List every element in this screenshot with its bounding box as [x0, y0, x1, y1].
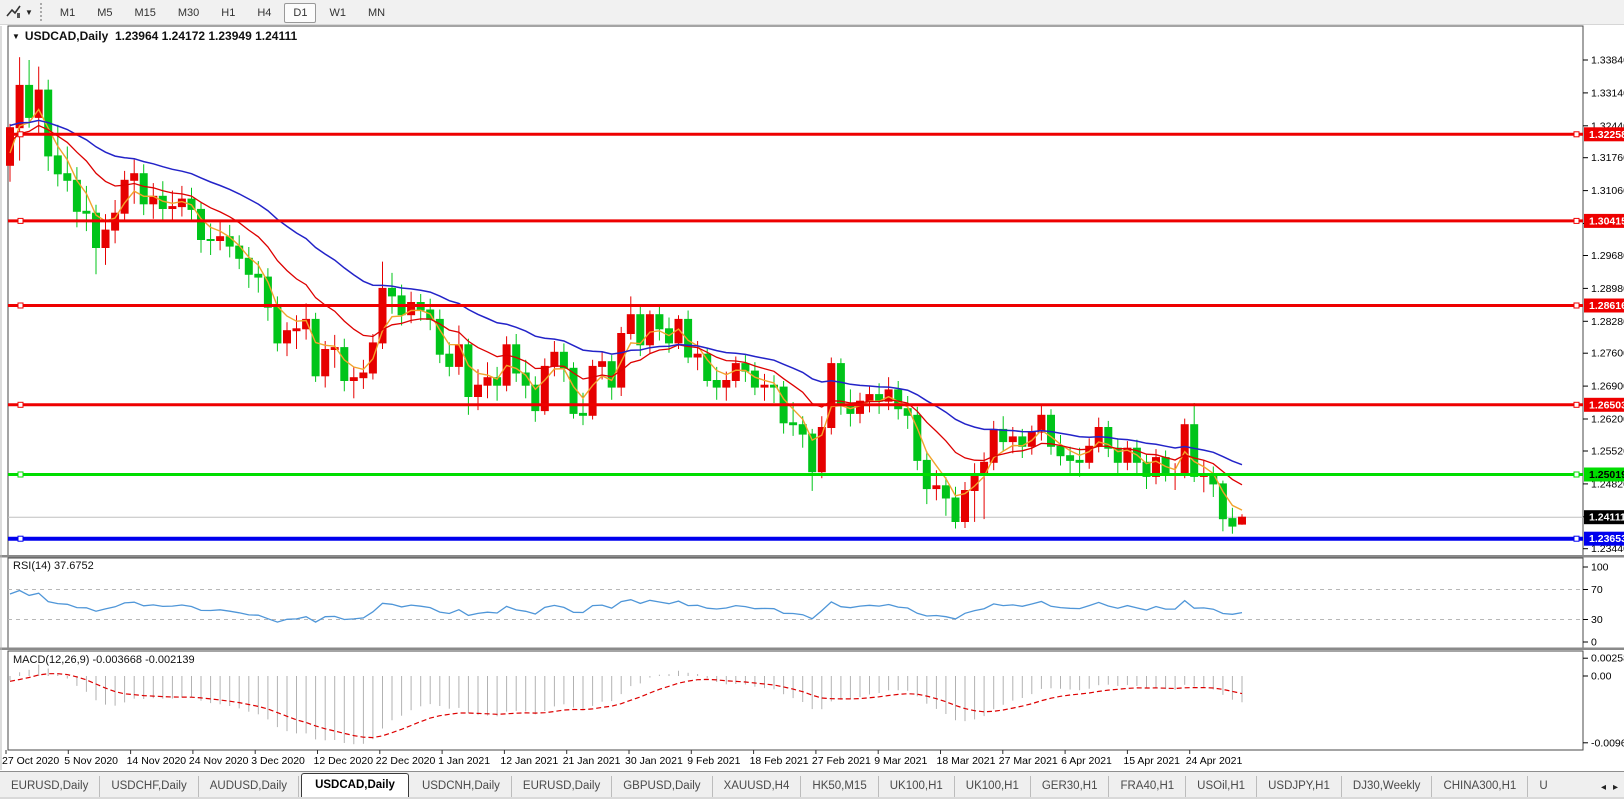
svg-text:12 Jan 2021: 12 Jan 2021 [500, 755, 558, 767]
svg-text:3 Dec 2020: 3 Dec 2020 [251, 755, 305, 767]
chart-cursor-icon[interactable] [5, 4, 23, 20]
tab-eurusd-daily[interactable]: EURUSD,Daily [512, 776, 612, 799]
svg-text:30 Jan 2021: 30 Jan 2021 [625, 755, 683, 767]
svg-text:18 Mar 2021: 18 Mar 2021 [937, 755, 996, 767]
svg-text:1.32258: 1.32258 [1589, 129, 1624, 141]
tab-china300-h1[interactable]: CHINA300,H1 [1432, 776, 1528, 799]
svg-text:1.24111: 1.24111 [1589, 512, 1624, 524]
svg-text:1.28980: 1.28980 [1591, 283, 1624, 295]
svg-text:5 Nov 2020: 5 Nov 2020 [64, 755, 118, 767]
svg-text:1 Jan 2021: 1 Jan 2021 [438, 755, 490, 767]
tab-usdjpy-h1[interactable]: USDJPY,H1 [1257, 776, 1342, 799]
svg-text:24 Apr 2021: 24 Apr 2021 [1186, 755, 1243, 767]
svg-text:1.31760: 1.31760 [1591, 152, 1624, 164]
svg-text:100: 100 [1591, 562, 1609, 574]
tab-hk50-m15[interactable]: HK50,M15 [801, 776, 878, 799]
svg-text:30: 30 [1591, 614, 1603, 626]
svg-text:9 Feb 2021: 9 Feb 2021 [687, 755, 740, 767]
svg-text:1.25520: 1.25520 [1591, 446, 1624, 458]
tab-audusd-daily[interactable]: AUDUSD,Daily [199, 776, 299, 799]
svg-text:1.26503: 1.26503 [1589, 399, 1624, 411]
svg-text:27 Mar 2021: 27 Mar 2021 [999, 755, 1058, 767]
top-toolbar: ▼ M1M5M15M30H1H4D1W1MN [0, 0, 1624, 25]
svg-text:0.00: 0.00 [1591, 671, 1612, 683]
tab-usdcad-daily[interactable]: USDCAD,Daily [301, 773, 409, 799]
timeframe-button-h1[interactable]: H1 [212, 3, 244, 23]
svg-text:18 Feb 2021: 18 Feb 2021 [750, 755, 809, 767]
pane-frames [0, 26, 1624, 770]
svg-text:27 Oct 2020: 27 Oct 2020 [2, 755, 59, 767]
tab-uk100-h1[interactable]: UK100,H1 [879, 776, 955, 799]
tab-uk100-h1[interactable]: UK100,H1 [955, 776, 1031, 799]
tab-gbpusd-daily[interactable]: GBPUSD,Daily [612, 776, 712, 799]
chevron-down-icon[interactable]: ▼ [25, 8, 33, 17]
tab-partial[interactable]: U [1528, 776, 1551, 799]
tab-eurusd-daily[interactable]: EURUSD,Daily [0, 776, 100, 799]
tab-xauusd-h4[interactable]: XAUUSD,H4 [713, 776, 802, 799]
svg-text:1.25019: 1.25019 [1589, 469, 1624, 481]
svg-text:0: 0 [1591, 637, 1597, 649]
svg-text:1.27600: 1.27600 [1591, 348, 1624, 360]
tab-scroll-right-icon[interactable]: ▸ [1613, 782, 1618, 793]
svg-text:1.28280: 1.28280 [1591, 316, 1624, 328]
svg-text:6 Apr 2021: 6 Apr 2021 [1061, 755, 1112, 767]
svg-text:21 Jan 2021: 21 Jan 2021 [563, 755, 621, 767]
timeframe-button-group: M1M5M15M30H1H4D1W1MN [49, 3, 396, 21]
svg-text:1.23653: 1.23653 [1589, 533, 1624, 545]
svg-text:1.28616: 1.28616 [1589, 300, 1624, 312]
timeframe-button-m15[interactable]: M15 [125, 3, 164, 23]
svg-text:70: 70 [1591, 584, 1603, 596]
svg-text:1.29680: 1.29680 [1591, 250, 1624, 262]
svg-text:0.00258: 0.00258 [1591, 653, 1624, 665]
svg-text:14 Nov 2020: 14 Nov 2020 [127, 755, 187, 767]
tab-fra40-h1[interactable]: FRA40,H1 [1109, 776, 1186, 799]
svg-text:1.31060: 1.31060 [1591, 185, 1624, 197]
tab-usdcnh-daily[interactable]: USDCNH,Daily [411, 776, 512, 799]
hline-1.23653[interactable] [8, 536, 1583, 541]
tab-usoil-h1[interactable]: USOil,H1 [1186, 776, 1257, 799]
tab-usdchf-daily[interactable]: USDCHF,Daily [100, 776, 198, 799]
timeframe-button-h4[interactable]: H4 [248, 3, 280, 23]
toolbar-grip[interactable] [40, 3, 42, 21]
chart-tab-bar: EURUSD,DailyUSDCHF,DailyAUDUSD,DailyUSDC… [0, 771, 1624, 799]
svg-text:22 Dec 2020: 22 Dec 2020 [376, 755, 436, 767]
date-axis: 27 Oct 2020 5 Nov 2020 14 Nov 2020 24 No… [2, 750, 1242, 767]
timeframe-button-m30[interactable]: M30 [169, 3, 208, 23]
timeframe-button-mn[interactable]: MN [359, 3, 394, 23]
svg-text:1.33140: 1.33140 [1591, 87, 1624, 99]
timeframe-button-m5[interactable]: M5 [88, 3, 121, 23]
tab-ger30-h1[interactable]: GER30,H1 [1031, 776, 1110, 799]
tab-dj30-weekly[interactable]: DJ30,Weekly [1342, 776, 1433, 799]
tab-scroll-left-icon[interactable]: ◂ [1601, 782, 1606, 793]
timeframe-button-w1[interactable]: W1 [320, 3, 355, 23]
svg-text:1.26200: 1.26200 [1591, 414, 1624, 426]
svg-text:27 Feb 2021: 27 Feb 2021 [812, 755, 871, 767]
timeframe-button-m1[interactable]: M1 [51, 3, 84, 23]
svg-text:9 Mar 2021: 9 Mar 2021 [874, 755, 927, 767]
svg-text:15 Apr 2021: 15 Apr 2021 [1123, 755, 1180, 767]
chart-canvas[interactable]: 1.33840 1.33140 1.32440 1.31760 1.31060 … [0, 0, 1624, 799]
svg-text:1.30415: 1.30415 [1589, 215, 1624, 227]
svg-text:-0.00968: -0.00968 [1591, 737, 1624, 749]
timeframe-button-d1[interactable]: D1 [284, 3, 316, 23]
svg-text:12 Dec 2020: 12 Dec 2020 [314, 755, 374, 767]
svg-text:1.26900: 1.26900 [1591, 381, 1624, 393]
svg-text:24 Nov 2020: 24 Nov 2020 [189, 755, 249, 767]
svg-text:1.33840: 1.33840 [1591, 55, 1624, 67]
